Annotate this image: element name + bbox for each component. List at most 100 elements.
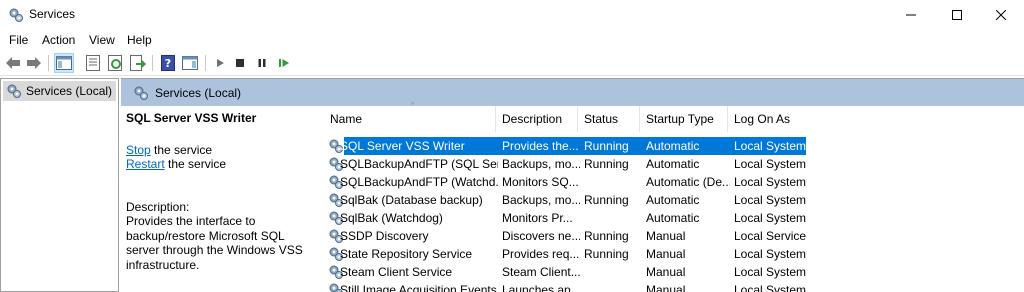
services-pane: Services (Local) SQL Server VSS Writer S… [121,78,1024,292]
menu-action[interactable]: Action [42,33,75,47]
service-status-cell: Running [584,247,629,261]
service-name-cell: Still Image Acquisition Events [340,283,497,292]
refresh-button[interactable] [106,53,126,73]
help-icon: ? [161,55,175,71]
show-hide-action-pane-button[interactable] [180,53,200,73]
service-status-cell: Running [584,229,629,243]
menu-help[interactable]: Help [127,33,152,47]
service-row[interactable]: Steam Client Service Steam Client... Manua… [316,263,1024,281]
services-gear-icon [7,84,21,98]
properties-icon [86,55,100,71]
service-logon-cell: Local System [734,175,807,189]
forward-arrow-icon [27,57,41,69]
show-hide-console-tree-button[interactable] [54,53,74,73]
minimize-icon [906,14,916,16]
service-row[interactable]: SQLBackupAndFTP (Watchd... Monitors SQ...… [316,173,1024,191]
stop-service-text: the service [150,143,213,157]
title-bar: Services [0,0,1024,30]
column-header-description[interactable]: Description [496,106,578,132]
column-header-status[interactable]: Status [578,106,640,132]
service-logon-cell: Local System [734,265,807,279]
service-logon-cell: Local System [734,157,807,171]
restart-service-line: Restart the service [126,157,226,171]
service-logon-cell: Local System [734,247,807,261]
show-hide-action-pane-icon [182,56,198,70]
maximize-button[interactable] [934,0,980,30]
column-header-startup-type[interactable]: Startup Type [640,106,728,132]
service-status-cell: Running [584,139,629,153]
toolbar-separator [205,55,206,71]
column-header-name[interactable]: ^ Name [324,102,496,132]
service-row[interactable]: State Repository Service Provides req... R… [316,245,1024,263]
stop-service-link[interactable]: Stop [126,143,151,157]
service-startup-cell: Manual [646,283,686,292]
service-row[interactable]: SqlBak (Database backup) Backups, mo... Ru… [316,191,1024,209]
properties-button[interactable] [83,53,103,73]
restart-service-button[interactable] [274,53,294,73]
export-list-button[interactable] [128,53,148,73]
toolbar: ? [0,50,1024,76]
service-status-cell: Running [584,157,629,171]
restart-service-text: the service [164,157,227,171]
svg-text:?: ? [165,57,171,70]
tree-item-label: Services (Local) [26,84,113,98]
service-row[interactable]: SQLBackupAndFTP (SQL Serv... Backups, mo.… [316,155,1024,173]
close-icon [996,10,1006,20]
service-name-cell: SQL Server VSS Writer [340,139,465,153]
window-title: Services [29,7,76,21]
column-headers: ^ Name Description Status Startup Type L… [316,102,1024,132]
stop-service-button[interactable] [230,53,250,73]
service-name-cell: State Repository Service [340,247,473,261]
menu-view[interactable]: View [89,33,115,47]
console-tree-icon [56,56,72,70]
stop-service-line: Stop the service [126,143,212,157]
pane-header: Services (Local) [121,79,1024,106]
pause-service-button[interactable] [252,53,272,73]
service-startup-cell: Manual [646,247,686,261]
service-startup-cell: Automatic [646,139,700,153]
service-startup-cell: Manual [646,229,686,243]
service-row[interactable]: SQL Server VSS Writer Provides the... Runn… [316,137,1024,155]
tree-item-services-local[interactable]: Services (Local) [3,81,116,101]
start-service-icon [217,59,224,67]
service-description-cell: Backups, mo... [502,193,580,207]
menu-file[interactable]: File [9,33,28,47]
service-row[interactable]: SSDP Discovery Discovers ne... Running Manu… [316,227,1024,245]
help-button[interactable]: ? [158,53,178,73]
service-logon-cell: Local System [734,193,807,207]
services-gear-icon [134,86,148,100]
service-row[interactable]: Still Image Acquisition Events Launches a… [316,281,1024,292]
service-row[interactable]: SqlBak (Watchdog) Monitors Pr... Automatic… [316,209,1024,227]
service-description-cell: Monitors SQ... [502,175,579,189]
service-name-cell: SSDP Discovery [340,229,429,243]
restart-service-link[interactable]: Restart [126,157,165,171]
service-description-cell: Provides the... [502,139,579,153]
service-status-cell: Running [584,193,629,207]
close-button[interactable] [978,0,1024,30]
service-logon-cell: Local System [734,211,807,225]
service-details-panel: SQL Server VSS Writer Stop the service R… [121,106,316,292]
menu-bar: File Action View Help [0,30,1024,50]
pause-service-icon [258,59,266,67]
service-startup-cell: Automatic (De... [646,175,730,189]
services-list: ^ Name Description Status Startup Type L… [316,102,1024,292]
column-header-log-on-as[interactable]: Log On As [728,106,824,132]
service-description-cell: Launches ap... [502,283,580,292]
minimize-button[interactable] [888,0,934,30]
service-name-cell: SQLBackupAndFTP (SQL Serv... [340,157,498,171]
service-description-cell: Monitors Pr... [502,211,573,225]
toolbar-separator [152,55,153,71]
toolbar-separator [48,55,49,71]
service-startup-cell: Automatic [646,157,700,171]
back-button[interactable] [3,53,23,73]
sort-ascending-icon: ^ [411,102,415,109]
start-service-button[interactable] [210,53,230,73]
back-arrow-icon [6,57,20,69]
maximize-icon [952,10,962,20]
service-name-heading: SQL Server VSS Writer [126,111,257,125]
forward-button[interactable] [24,53,44,73]
service-description-cell: Provides req... [502,247,580,261]
service-name-cell: SqlBak (Database backup) [340,193,483,207]
console-tree: Services (Local) [0,78,119,292]
service-startup-cell: Manual [646,265,686,279]
